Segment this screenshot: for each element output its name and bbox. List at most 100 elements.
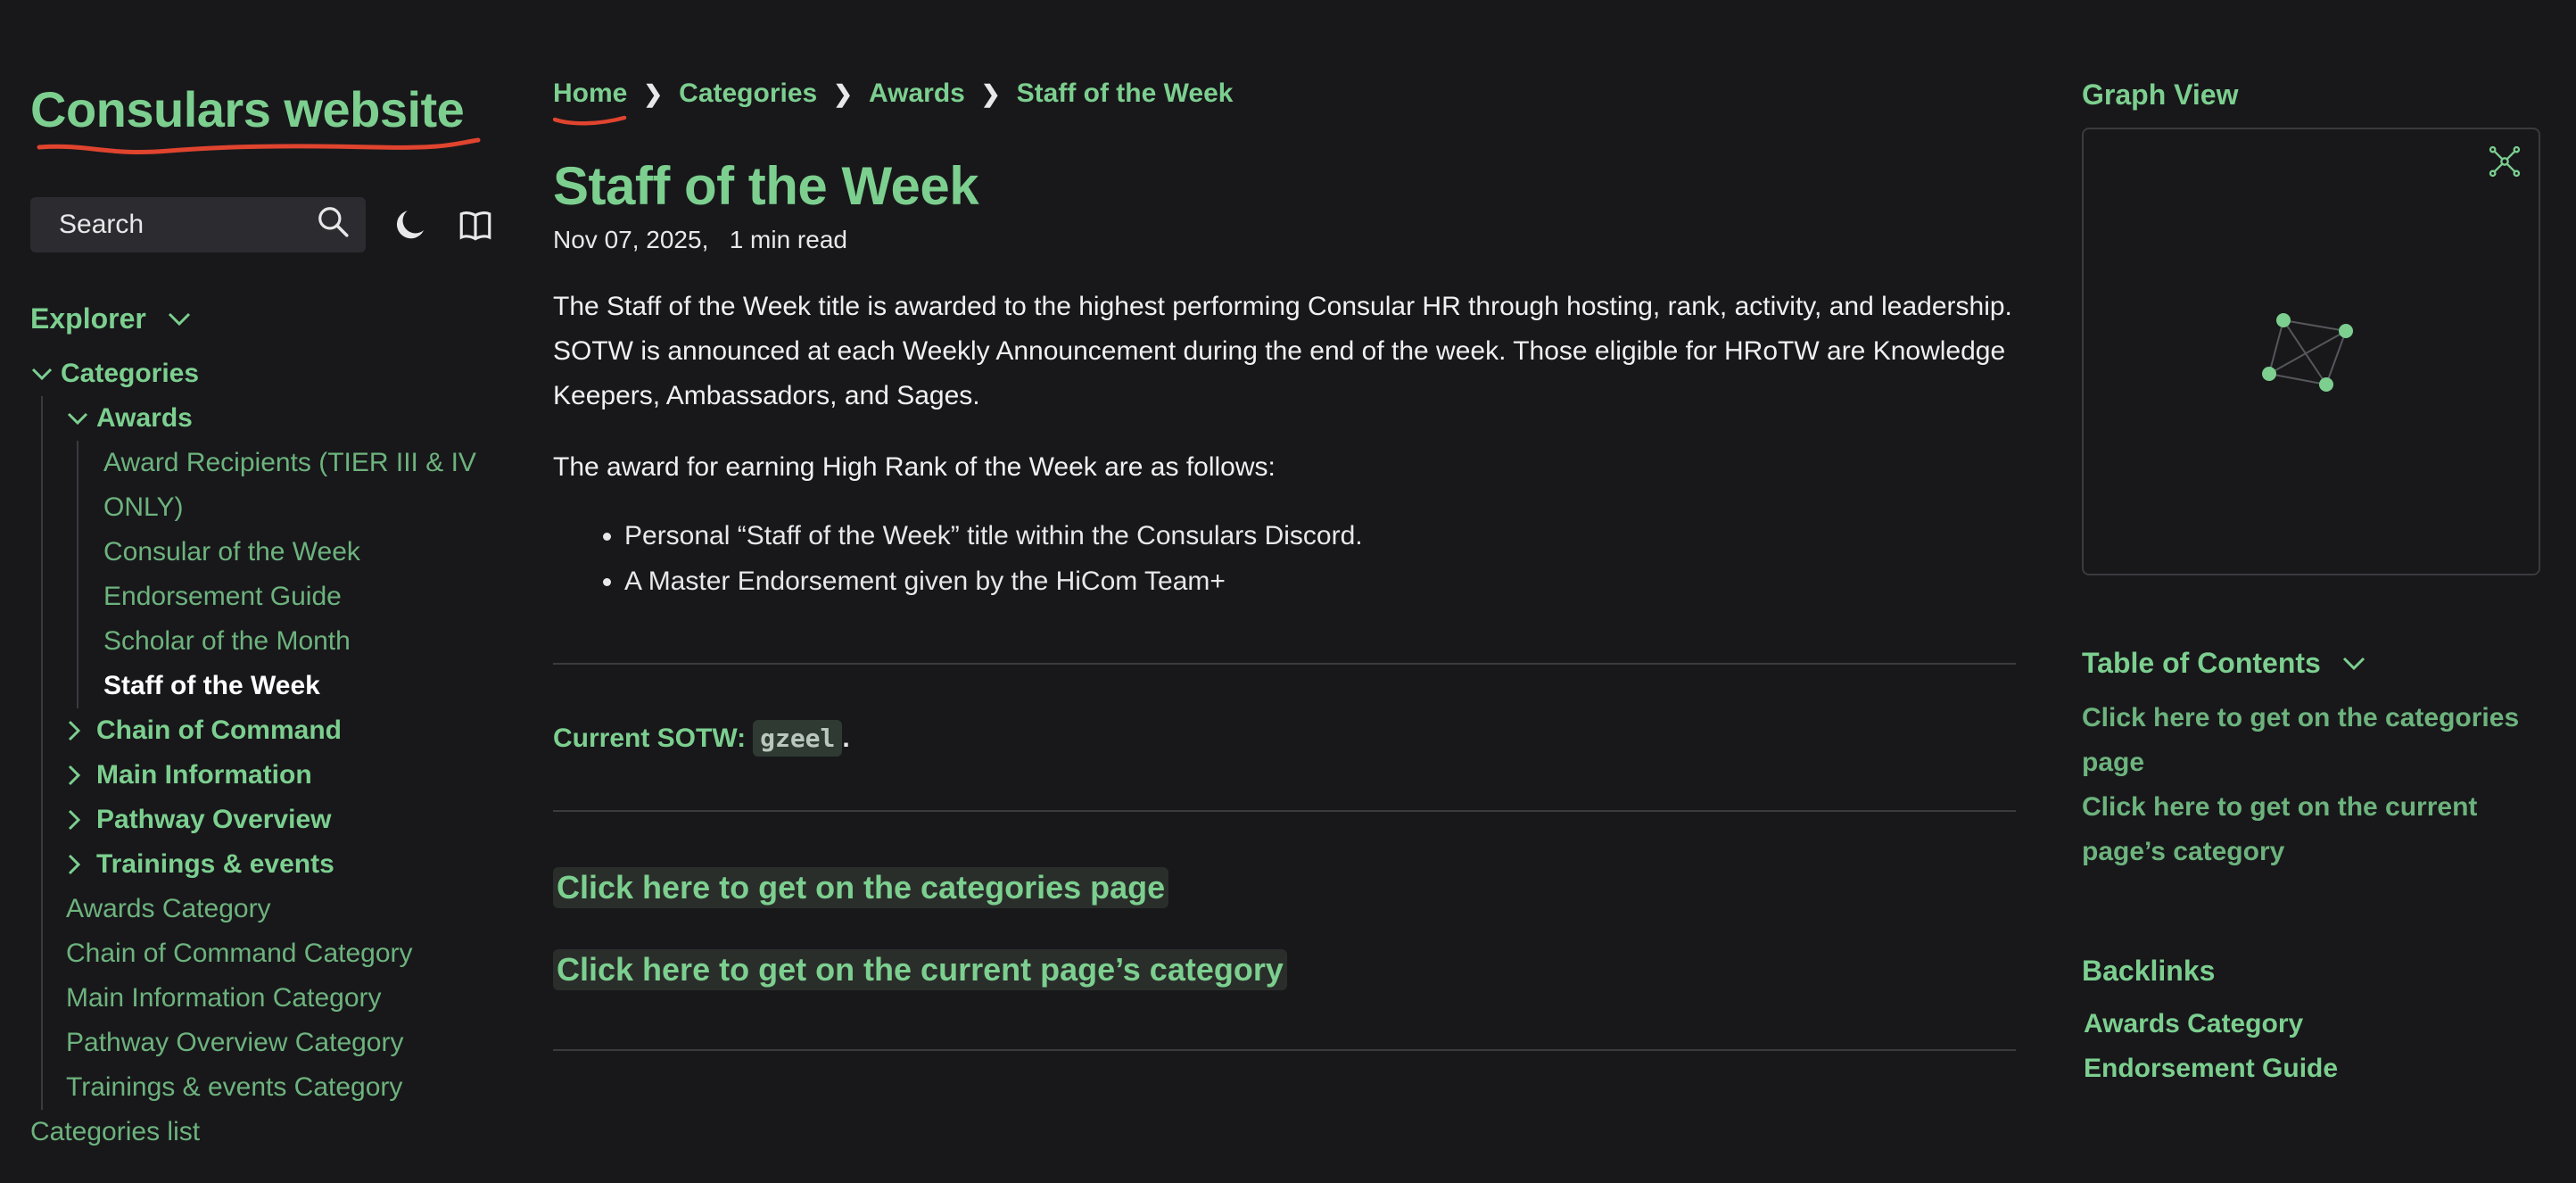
tree-item-consular-of-the-week[interactable]: Consular of the Week xyxy=(103,530,494,575)
chevron-right-icon xyxy=(68,720,81,741)
publish-date: Nov 07, 2025, xyxy=(553,226,709,253)
toc-item-categories-page[interactable]: Click here to get on the categories page xyxy=(2082,696,2539,785)
tree-folder-label: Pathway Overview xyxy=(96,805,332,834)
tree-item-awards-category[interactable]: Awards Category xyxy=(43,887,494,931)
chevron-down-icon xyxy=(67,412,88,426)
chevron-right-icon xyxy=(68,809,81,831)
chevron-right-icon: ❯ xyxy=(980,79,1001,107)
chevron-down-icon xyxy=(2342,657,2365,670)
toc-list: Click here to get on the categories page… xyxy=(2082,696,2539,874)
divider xyxy=(553,1049,2016,1051)
chevron-right-icon: ❯ xyxy=(643,79,664,107)
tree-folder-awards[interactable]: Awards xyxy=(43,396,494,441)
list-item: Personal “Staff of the Week” title withi… xyxy=(624,513,2016,558)
main-content: Home ❯ Categories ❯ Awards ❯ Staff of th… xyxy=(553,79,2016,1051)
right-sidebar: Graph View Table of Contents Click here … xyxy=(2082,79,2540,1091)
tree-item-label: Award Recipients (TIER III & IV xyxy=(103,448,476,477)
chevron-down-icon xyxy=(168,312,190,326)
reader-mode-book-icon[interactable] xyxy=(457,206,494,244)
breadcrumb-home-label: Home xyxy=(553,79,628,108)
tree-folder-trainings-events[interactable]: Trainings & events xyxy=(43,842,494,887)
red-underline-annotation xyxy=(37,137,481,154)
tree-item-award-recipients[interactable]: Award Recipients (TIER III & IV xyxy=(103,441,494,485)
toc-item-line: Click here to get on the current xyxy=(2082,792,2478,822)
award-benefits-list: Personal “Staff of the Week” title withi… xyxy=(553,513,2016,604)
tree-folder-categories[interactable]: Categories xyxy=(30,352,494,396)
explorer-title: Explorer xyxy=(30,302,146,335)
tree-item-categories-list[interactable]: Categories list xyxy=(30,1110,494,1154)
page-meta: Nov 07, 2025, 1 min read xyxy=(553,226,2016,254)
graph-view[interactable] xyxy=(2082,128,2540,575)
toc-item-line: page’s category xyxy=(2082,837,2285,866)
chevron-right-icon xyxy=(68,854,81,875)
search-label: Search xyxy=(59,210,144,239)
page-title: Staff of the Week xyxy=(553,156,979,216)
tree-item-main-information-category[interactable]: Main Information Category xyxy=(43,976,494,1021)
site-title[interactable]: Consulars website xyxy=(30,80,481,154)
search-icon xyxy=(316,204,350,245)
red-underline-annotation xyxy=(553,115,627,126)
read-time: 1 min read xyxy=(729,226,847,253)
tree-item-staff-of-the-week[interactable]: Staff of the Week xyxy=(103,664,494,708)
breadcrumb: Home ❯ Categories ❯ Awards ❯ Staff of th… xyxy=(553,79,2016,126)
list-item: A Master Endorsement given by the HiCom … xyxy=(624,558,2016,604)
site-title-text: Consulars website xyxy=(30,81,465,137)
graph-view-title: Graph View xyxy=(2082,79,2239,111)
tree-item-label: Scholar of the Month xyxy=(103,626,351,656)
tree-folder-label: Categories xyxy=(61,359,200,388)
backlinks-title: Backlinks xyxy=(2082,955,2216,987)
intro-line: SOTW is announced at each Weekly Announc… xyxy=(553,336,2006,366)
tree-item-label: Awards Category xyxy=(66,894,271,923)
tree-item-label: Endorsement Guide xyxy=(103,582,342,611)
tree-item-label: Trainings & events Category xyxy=(66,1072,403,1102)
toc-item-line: Click here to get on the categories xyxy=(2082,703,2520,732)
toc-toggle[interactable]: Table of Contents xyxy=(2082,647,2539,680)
link-current-category[interactable]: Click here to get on the current page’s … xyxy=(553,949,1287,990)
explorer-tree: Categories Awards Award Recipients (TIER… xyxy=(30,352,494,1154)
tree-item-label: Staff of the Week xyxy=(103,671,320,700)
current-sotw: Current SOTW: gzeel . xyxy=(553,720,2016,757)
breadcrumb-awards[interactable]: Awards xyxy=(869,79,965,109)
link-categories-page[interactable]: Click here to get on the categories page xyxy=(553,867,1169,908)
tree-folder-label: Trainings & events xyxy=(96,849,334,879)
tree-item-label: Pathway Overview Category xyxy=(66,1028,404,1057)
tree-item-pathway-overview-category[interactable]: Pathway Overview Category xyxy=(43,1021,494,1065)
intro-line: The Staff of the Week title is awarded t… xyxy=(553,292,2012,321)
tree-folder-label: Awards xyxy=(96,403,193,433)
search-bar[interactable]: Search xyxy=(30,197,366,252)
current-sotw-suffix: . xyxy=(842,723,850,753)
toc-title: Table of Contents xyxy=(2082,647,2321,679)
tree-folder-pathway-overview[interactable]: Pathway Overview xyxy=(43,798,494,842)
tree-item-label: Main Information Category xyxy=(66,983,382,1013)
graph-canvas[interactable] xyxy=(2084,129,2539,574)
dark-mode-toggle-icon[interactable] xyxy=(392,206,430,244)
backlink-awards-category[interactable]: Awards Category xyxy=(2082,1002,2539,1046)
tree-item-endorsement-guide[interactable]: Endorsement Guide xyxy=(103,575,494,619)
backlink-endorsement-guide[interactable]: Endorsement Guide xyxy=(2082,1046,2539,1091)
toc-item-current-category[interactable]: Click here to get on the current page’s … xyxy=(2082,785,2539,874)
tree-folder-chain-of-command[interactable]: Chain of Command xyxy=(43,708,494,753)
explorer-toggle[interactable]: Explorer xyxy=(30,302,494,335)
breadcrumb-home[interactable]: Home xyxy=(553,79,628,126)
tree-folder-label: Chain of Command xyxy=(96,716,342,745)
tree-folder-label: Main Information xyxy=(96,760,312,790)
chevron-right-icon: ❯ xyxy=(833,79,854,107)
current-sotw-label: Current SOTW: xyxy=(553,723,747,753)
chevron-down-icon xyxy=(31,368,53,381)
tree-item-trainings-events-category[interactable]: Trainings & events Category xyxy=(43,1065,494,1110)
divider xyxy=(553,810,2016,812)
tree-folder-main-information[interactable]: Main Information xyxy=(43,753,494,798)
current-sotw-code: gzeel xyxy=(753,720,843,757)
tree-item-label: Consular of the Week xyxy=(103,537,360,567)
tree-item-label: Chain of Command Category xyxy=(66,939,413,968)
breadcrumb-current[interactable]: Staff of the Week xyxy=(1017,79,1234,109)
tree-item-chain-of-command-category[interactable]: Chain of Command Category xyxy=(43,931,494,976)
intro-line: Keepers, Ambassadors, and Sages. xyxy=(553,381,980,410)
tree-item-award-recipients-cont[interactable]: ONLY) xyxy=(103,485,494,530)
backlinks-list: Awards Category Endorsement Guide xyxy=(2082,1002,2539,1091)
breadcrumb-categories[interactable]: Categories xyxy=(679,79,817,109)
intro-paragraph: The Staff of the Week title is awarded t… xyxy=(553,285,2016,418)
left-sidebar: Consulars website Search Explorer Catego… xyxy=(30,80,494,1154)
tree-item-scholar-of-the-month[interactable]: Scholar of the Month xyxy=(103,619,494,664)
tree-item-label: Categories list xyxy=(30,1117,201,1146)
